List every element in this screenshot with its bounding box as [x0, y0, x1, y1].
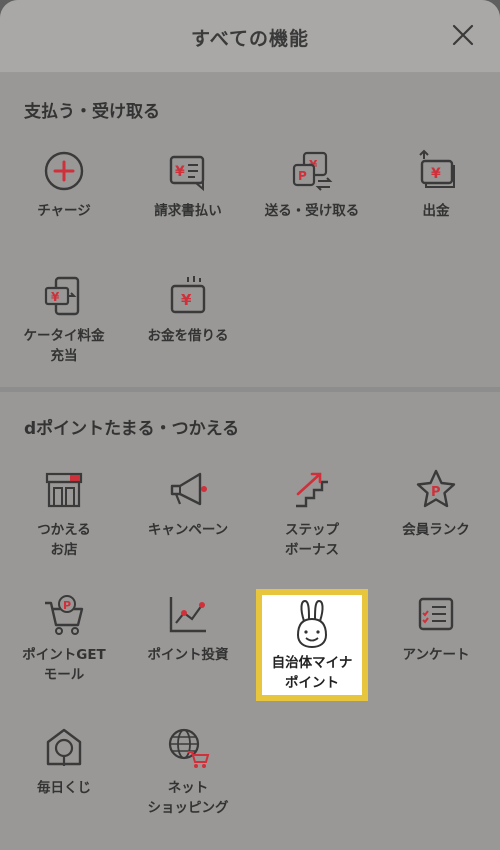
- feature-member-rank[interactable]: P 会員ランク: [376, 462, 496, 582]
- feature-label: ポイントGET モール: [22, 647, 106, 683]
- feature-send-receive[interactable]: ¥ P 送る・受け取る: [252, 143, 372, 263]
- point-invest-chart-icon: [166, 593, 210, 637]
- page-title: すべての機能: [191, 28, 309, 50]
- feature-label: 出金: [422, 203, 450, 219]
- close-icon: [452, 24, 474, 46]
- rank-star-icon: P: [414, 468, 458, 512]
- feature-campaign[interactable]: キャンペーン: [128, 462, 248, 582]
- feature-label: ステップ ボーナス: [285, 522, 339, 558]
- feature-grid: チャージ ¥ 請求書払い ¥: [0, 73, 500, 387]
- feature-label: チャージ: [37, 203, 91, 219]
- survey-icon: [414, 593, 458, 637]
- net-shopping-icon: [166, 726, 210, 770]
- svg-text:¥: ¥: [181, 291, 192, 309]
- store-icon: [42, 468, 86, 512]
- feature-point-invest[interactable]: ポイント投資: [128, 587, 248, 707]
- feature-usable-stores[interactable]: つかえる お店: [4, 462, 124, 582]
- all-features-sheet: すべての機能 支払う・受け取る チャージ ¥ 請求書払い P 送る・受け取る ¥…: [0, 0, 500, 850]
- feature-step-bonus[interactable]: ステップ ボーナス: [252, 462, 372, 582]
- feature-label: 請求書払い: [154, 203, 222, 219]
- sheet-header: すべての機能: [0, 0, 500, 73]
- feature-municipal-myna-point[interactable]: 自治体マイナ ポイント: [256, 589, 368, 701]
- feature-label: ネット ショッピング: [147, 780, 229, 816]
- section-payments: 支払う・受け取る チャージ ¥ 請求書払い P 送る・受け取る ¥ 出金 ¥ ケ…: [0, 73, 500, 387]
- svg-text:¥: ¥: [175, 164, 185, 180]
- svg-text:P: P: [298, 169, 307, 183]
- svg-text:¥: ¥: [51, 290, 60, 304]
- feature-borrow-money[interactable]: ¥ お金を借りる: [128, 268, 248, 388]
- megaphone-icon: [166, 468, 210, 512]
- feature-grid: つかえる お店 キャンペーン ステップ ボーナス P 会員ランク P ポイントG…: [0, 392, 500, 850]
- feature-daily-lottery[interactable]: 毎日くじ: [4, 720, 124, 840]
- close-button[interactable]: [450, 22, 476, 48]
- feature-label: 毎日くじ: [37, 780, 91, 796]
- feature-label: キャンペーン: [147, 522, 229, 538]
- feature-label: つかえる お店: [37, 522, 91, 558]
- feature-survey[interactable]: アンケート: [376, 587, 496, 707]
- feature-label: 会員ランク: [402, 522, 470, 538]
- feature-label: 送る・受け取る: [264, 203, 360, 219]
- point-mall-cart-icon: P: [42, 593, 86, 637]
- feature-label: 自治体マイナ ポイント: [271, 655, 353, 691]
- svg-text:¥: ¥: [431, 166, 441, 182]
- withdraw-icon: ¥: [414, 149, 458, 193]
- section-dpoint: dポイントたまる・つかえる つかえる お店 キャンペーン ステップ ボーナス P…: [0, 392, 500, 850]
- feature-label: ケータイ料金 充当: [23, 328, 105, 364]
- invoice-icon: ¥: [166, 149, 210, 193]
- svg-text:P: P: [63, 599, 71, 612]
- svg-text:P: P: [431, 485, 441, 500]
- feature-label: ポイント投資: [147, 647, 229, 663]
- feature-invoice[interactable]: ¥ 請求書払い: [128, 143, 248, 263]
- feature-net-shopping[interactable]: ネット ショッピング: [128, 720, 248, 840]
- feature-label: アンケート: [402, 647, 470, 663]
- charge-plus-icon: [42, 149, 86, 193]
- feature-phone-bill[interactable]: ¥ ケータイ料金 充当: [4, 268, 124, 388]
- feature-charge[interactable]: チャージ: [4, 143, 124, 263]
- borrow-money-icon: ¥: [166, 274, 210, 318]
- feature-withdraw[interactable]: ¥ 出金: [376, 143, 496, 263]
- step-bonus-icon: [290, 468, 334, 512]
- send-receive-icon: ¥ P: [290, 149, 334, 193]
- daily-lottery-icon: [42, 726, 86, 770]
- rabbit-icon: [290, 599, 334, 649]
- phone-bill-icon: ¥: [42, 274, 86, 318]
- feature-label: お金を借りる: [147, 328, 229, 344]
- feature-point-get-mall[interactable]: P ポイントGET モール: [4, 587, 124, 707]
